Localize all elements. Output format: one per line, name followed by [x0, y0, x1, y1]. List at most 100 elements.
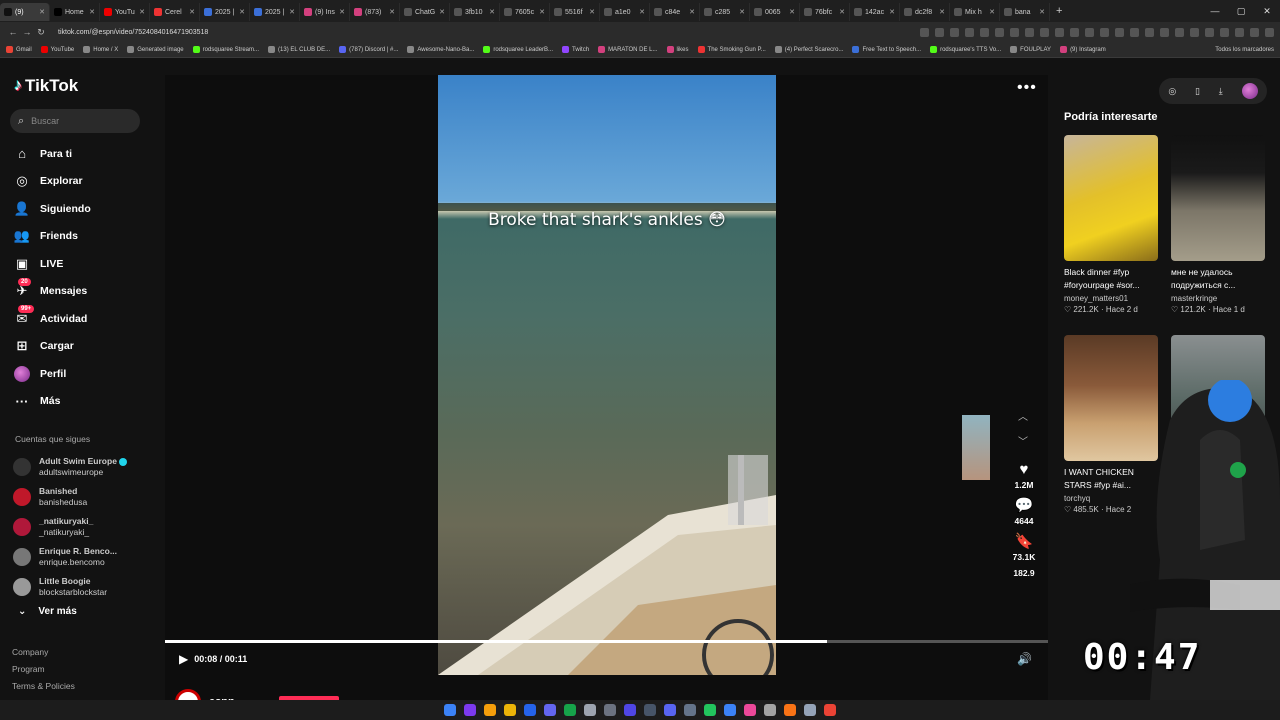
recommended-video-card[interactable]: Black dinner #fyp #foryourpage #sor... mo…: [1064, 135, 1158, 314]
extension-icon[interactable]: [1130, 27, 1139, 37]
close-tab-icon[interactable]: ✕: [889, 8, 895, 16]
bookmark-item[interactable]: MARATON DE L...: [598, 46, 658, 53]
taskbar-app-icon[interactable]: [564, 704, 576, 716]
next-video-preview[interactable]: [962, 415, 990, 480]
menu-item-compass[interactable]: ◎ Explorar: [14, 168, 91, 196]
browser-tab[interactable]: 5516f ✕: [550, 3, 600, 21]
close-tab-icon[interactable]: ✕: [739, 8, 745, 16]
following-account[interactable]: Little Boogie blockstarblockstar: [13, 572, 127, 602]
recommended-video-card[interactable]: мне не удалось подружиться с... masterkri…: [1171, 135, 1265, 314]
close-tab-icon[interactable]: ✕: [489, 8, 495, 16]
close-tab-icon[interactable]: ✕: [39, 8, 45, 16]
taskbar-app-icon[interactable]: [784, 704, 796, 716]
browser-tab[interactable]: ChatG ✕: [400, 3, 450, 21]
extension-icon[interactable]: [1220, 27, 1229, 37]
extension-icon[interactable]: [1040, 27, 1049, 37]
taskbar-app-icon[interactable]: [624, 704, 636, 716]
reload-icon[interactable]: ↻: [34, 27, 48, 38]
bookmark-item[interactable]: rodsquaree's TTS Vo...: [930, 46, 1001, 53]
following-account[interactable]: Banished banishedusa: [13, 482, 127, 512]
taskbar-app-icon[interactable]: [484, 704, 496, 716]
taskbar-app-icon[interactable]: [524, 704, 536, 716]
browser-tab[interactable]: c285 ✕: [700, 3, 750, 21]
extension-icon[interactable]: [1160, 27, 1169, 37]
close-tab-icon[interactable]: ✕: [1039, 8, 1045, 16]
browser-tab[interactable]: c84e ✕: [650, 3, 700, 21]
taskbar-app-icon[interactable]: [684, 704, 696, 716]
video-frame[interactable]: Broke that shark's ankles 😳: [438, 75, 776, 675]
extension-icon[interactable]: [920, 27, 929, 37]
extension-icon[interactable]: [1190, 27, 1199, 37]
taskbar-app-icon[interactable]: [744, 704, 756, 716]
extension-icon[interactable]: [1175, 27, 1184, 37]
bookmark-item[interactable]: likes: [666, 46, 689, 53]
comment-button[interactable]: 💬 4644: [1010, 496, 1038, 526]
taskbar-app-icon[interactable]: [724, 704, 736, 716]
close-tab-icon[interactable]: ✕: [389, 8, 395, 16]
url-field[interactable]: tiktok.com/@espn/video/75240840164719035…: [58, 29, 208, 36]
extension-icon[interactable]: [1070, 27, 1079, 37]
menu-item-home[interactable]: ⌂ Para ti: [14, 140, 91, 168]
taskbar-app-icon[interactable]: [584, 704, 596, 716]
extension-icon[interactable]: [1010, 27, 1019, 37]
close-tab-icon[interactable]: ✕: [439, 8, 445, 16]
forward-icon[interactable]: →: [20, 27, 34, 37]
save-button[interactable]: 🔖 73.1K: [1010, 532, 1038, 562]
browser-tab[interactable]: (9) Ins ✕: [300, 3, 350, 21]
taskbar-app-icon[interactable]: [704, 704, 716, 716]
bookmark-item[interactable]: Home / X: [83, 46, 118, 53]
close-tab-icon[interactable]: ✕: [639, 8, 645, 16]
volume-icon[interactable]: 🔊: [1017, 652, 1032, 666]
phone-icon[interactable]: ▯: [1195, 86, 1200, 97]
browser-tab[interactable]: dc2f8 ✕: [900, 3, 950, 21]
more-options-icon[interactable]: •••: [1017, 79, 1037, 97]
play-icon[interactable]: ▶: [179, 652, 188, 666]
extension-icon[interactable]: [1100, 27, 1109, 37]
browser-tab[interactable]: 142ac ✕: [850, 3, 900, 21]
taskbar-app-icon[interactable]: [804, 704, 816, 716]
extension-icon[interactable]: [1025, 27, 1034, 37]
browser-tab[interactable]: 2025 | ✕: [250, 3, 300, 21]
card-user[interactable]: money_matters01: [1064, 294, 1158, 303]
extension-icon[interactable]: [1235, 27, 1244, 37]
extension-icon[interactable]: [1115, 27, 1124, 37]
extension-icon[interactable]: [1055, 27, 1064, 37]
bookmark-item[interactable]: (787) Discord | #...: [339, 46, 398, 53]
menu-item-activity[interactable]: ✉ 99+ Actividad: [14, 305, 91, 333]
video-thumbnail[interactable]: [1171, 135, 1265, 261]
see-more-button[interactable]: ⌄ Ver más: [18, 606, 77, 617]
menu-item-more[interactable]: ··· Más: [14, 388, 91, 416]
maximize-button[interactable]: ▢: [1228, 0, 1254, 22]
following-account[interactable]: _natikuryaki_ _natikuryaki_: [13, 512, 127, 542]
taskbar-app-icon[interactable]: [644, 704, 656, 716]
browser-tab[interactable]: a1e0 ✕: [600, 3, 650, 21]
extension-icon[interactable]: [950, 27, 959, 37]
search-input[interactable]: ⌕ Buscar: [10, 109, 140, 133]
back-icon[interactable]: ←: [6, 27, 20, 37]
close-tab-icon[interactable]: ✕: [939, 8, 945, 16]
menu-item-following[interactable]: 👤 Siguiendo: [14, 195, 91, 223]
browser-tab[interactable]: 7605c ✕: [500, 3, 550, 21]
browser-tab[interactable]: (9) ✕: [0, 3, 50, 21]
like-button[interactable]: ♥ 1.2M: [1010, 461, 1038, 490]
extension-icon[interactable]: [965, 27, 974, 37]
bookmark-item[interactable]: Gmail: [6, 46, 32, 53]
video-thumbnail[interactable]: [1064, 135, 1158, 261]
tiktok-logo[interactable]: ♪ TikTok: [14, 76, 78, 96]
close-tab-icon[interactable]: ✕: [239, 8, 245, 16]
bookmark-item[interactable]: rodsquaree LeaderB...: [483, 46, 553, 53]
bookmark-item[interactable]: Awesome-Nano-Ba...: [407, 46, 474, 53]
following-account[interactable]: Enrique R. Benco... enrique.bencomo: [13, 542, 127, 572]
menu-item-friends[interactable]: 👥 Friends: [14, 223, 91, 251]
taskbar-app-icon[interactable]: [664, 704, 676, 716]
extension-icon[interactable]: [1085, 27, 1094, 37]
menu-item-profile-avatar[interactable]: Perfil: [14, 360, 91, 388]
close-tab-icon[interactable]: ✕: [839, 8, 845, 16]
menu-item-live[interactable]: ▣ LIVE: [14, 250, 91, 278]
menu-item-messages[interactable]: ✈ 20 Mensajes: [14, 277, 91, 306]
browser-tab[interactable]: 0065 ✕: [750, 3, 800, 21]
bookmark-item[interactable]: (4) Perfect Scarecro...: [774, 46, 843, 53]
new-tab-button[interactable]: +: [1056, 5, 1062, 17]
video-progress-bar[interactable]: [165, 640, 1048, 643]
bookmark-item[interactable]: YouTube: [40, 46, 74, 53]
